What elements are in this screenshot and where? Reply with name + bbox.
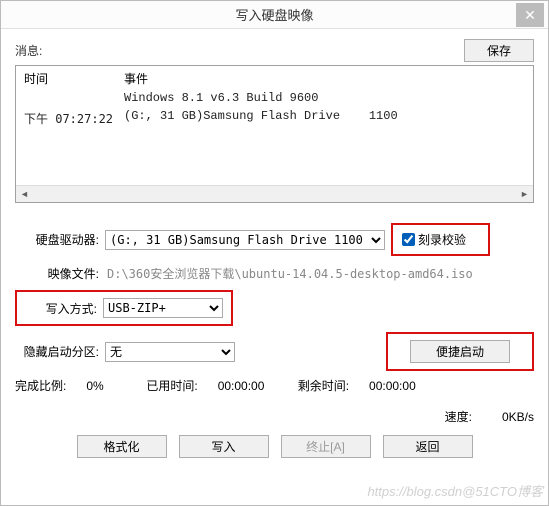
message-label: 消息: (15, 42, 42, 59)
back-button[interactable]: 返回 (383, 435, 473, 458)
scrollbar-horizontal[interactable]: ◄ ► (16, 185, 533, 202)
drive-select[interactable]: (G:, 31 GB)Samsung Flash Drive 1100 (105, 230, 385, 250)
verify-checkbox[interactable] (402, 233, 415, 246)
hidden-label: 隐藏启动分区: (15, 343, 105, 360)
progress-label: 完成比例: (15, 377, 66, 394)
scroll-left-icon[interactable]: ◄ (16, 186, 33, 202)
format-button[interactable]: 格式化 (77, 435, 167, 458)
iso-label: 映像文件: (15, 265, 105, 282)
write-button[interactable]: 写入 (179, 435, 269, 458)
highlight-verify: 刻录校验 (391, 223, 490, 256)
scroll-right-icon[interactable]: ► (516, 186, 533, 202)
save-button[interactable]: 保存 (464, 39, 534, 62)
quick-boot-button[interactable]: 便捷启动 (410, 340, 510, 363)
remain-value: 00:00:00 (369, 379, 416, 393)
dialog-window: 写入硬盘映像 ✕ 消息: 保存 时间 事件 下午 07:27:22 Window… (0, 0, 549, 506)
verify-checkbox-wrap[interactable]: 刻录校验 (398, 230, 466, 249)
close-button[interactable]: ✕ (516, 3, 544, 27)
log-body: 下午 07:27:22 Windows 8.1 v6.3 Build 9600 … (16, 89, 533, 185)
scroll-track[interactable] (33, 186, 516, 202)
verify-label: 刻录校验 (418, 231, 466, 248)
window-title: 写入硬盘映像 (1, 5, 548, 24)
write-mode-select[interactable]: USB-ZIP+ (103, 298, 223, 318)
col-time-header: 时间 (24, 70, 124, 87)
elapsed-value: 00:00:00 (218, 379, 298, 393)
content-area: 消息: 保存 时间 事件 下午 07:27:22 Windows 8.1 v6.… (1, 29, 548, 505)
iso-path: D:\360安全浏览器下载\ubuntu-14.04.5-desktop-amd… (107, 265, 473, 282)
log-area[interactable]: 时间 事件 下午 07:27:22 Windows 8.1 v6.3 Build… (15, 65, 534, 203)
highlight-write-mode: 写入方式: USB-ZIP+ (15, 290, 233, 326)
hidden-select[interactable]: 无 (105, 342, 235, 362)
titlebar: 写入硬盘映像 ✕ (1, 1, 548, 29)
form-area: 硬盘驱动器: (G:, 31 GB)Samsung Flash Drive 11… (15, 223, 534, 425)
stop-button[interactable]: 终止[A] (281, 435, 371, 458)
footer-buttons: 格式化 写入 终止[A] 返回 (15, 425, 534, 470)
col-event-header: 事件 (124, 70, 525, 87)
speed-value: 0KB/s (502, 410, 534, 424)
remain-label: 剩余时间: (298, 377, 349, 394)
drive-label: 硬盘驱动器: (15, 231, 105, 248)
elapsed-label: 已用时间: (146, 377, 197, 394)
log-header: 时间 事件 (16, 66, 533, 89)
progress-value: 0% (86, 379, 146, 393)
write-mode-label: 写入方式: (25, 300, 103, 317)
log-time-0: 下午 07:27:22 (24, 110, 113, 127)
speed-label: 速度: (445, 408, 472, 425)
close-icon: ✕ (524, 7, 536, 24)
highlight-quick-boot: 便捷启动 (386, 332, 534, 371)
